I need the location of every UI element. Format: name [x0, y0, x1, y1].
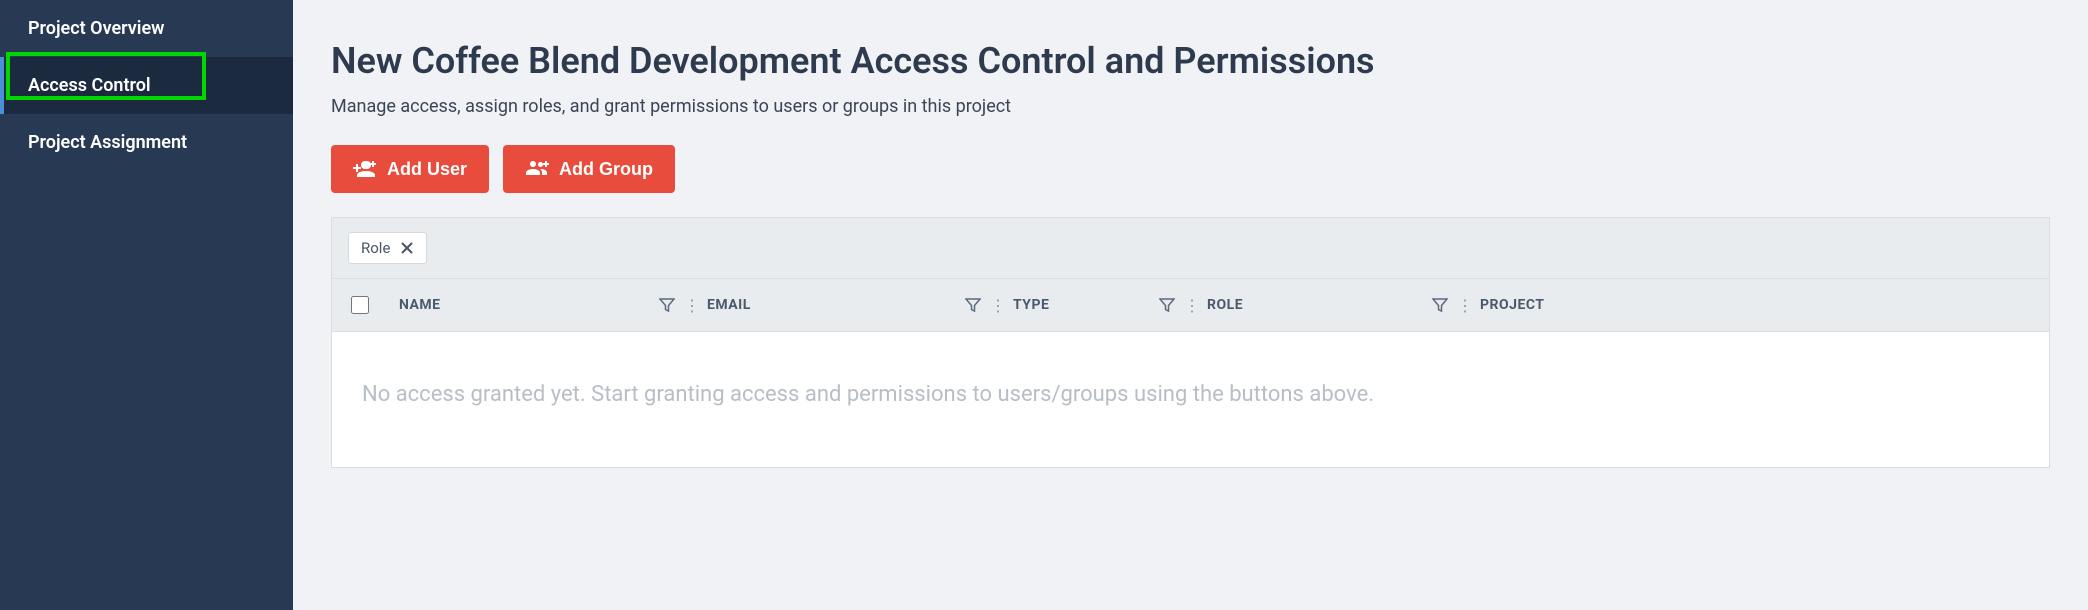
- sidebar-item-project-overview[interactable]: Project Overview: [0, 0, 293, 57]
- empty-state-message: No access granted yet. Start granting ac…: [362, 382, 1374, 407]
- column-header-role[interactable]: ROLE: [1195, 279, 1460, 331]
- filter-icon[interactable]: [1432, 297, 1448, 313]
- filter-chip-label: Role: [361, 239, 390, 257]
- column-resize-handle[interactable]: ⋮: [1460, 296, 1468, 315]
- add-group-label: Add Group: [559, 159, 653, 180]
- column-label: NAME: [399, 297, 441, 313]
- main-content: New Coffee Blend Development Access Cont…: [293, 0, 2088, 610]
- add-group-icon: [525, 157, 549, 181]
- page-title: New Coffee Blend Development Access Cont…: [331, 40, 2050, 82]
- sidebar-item-label: Project Overview: [28, 18, 164, 39]
- page-subtitle: Manage access, assign roles, and grant p…: [331, 96, 2050, 117]
- column-resize-handle[interactable]: ⋮: [1187, 296, 1195, 315]
- add-user-icon: [353, 157, 377, 181]
- table-header: NAME ⋮ EMAIL ⋮ TYPE ⋮ ROLE: [332, 279, 2049, 331]
- sidebar-item-label: Project Assignment: [28, 132, 187, 153]
- add-user-button[interactable]: Add User: [331, 145, 489, 193]
- select-all-cell: [332, 296, 387, 314]
- action-buttons: Add User Add Group: [331, 145, 2050, 193]
- sidebar: Project Overview Access Control Project …: [0, 0, 293, 610]
- add-group-button[interactable]: Add Group: [503, 145, 675, 193]
- add-user-label: Add User: [387, 159, 467, 180]
- select-all-checkbox[interactable]: [351, 296, 369, 314]
- filter-chip-role[interactable]: Role: [348, 232, 427, 264]
- column-label: PROJECT: [1480, 297, 1544, 313]
- filter-icon[interactable]: [965, 297, 981, 313]
- column-header-email[interactable]: EMAIL: [695, 279, 993, 331]
- sidebar-item-label: Access Control: [28, 75, 151, 96]
- column-resize-handle[interactable]: ⋮: [993, 296, 1001, 315]
- filter-icon[interactable]: [1159, 297, 1175, 313]
- column-label: ROLE: [1207, 297, 1243, 313]
- column-header-type[interactable]: TYPE: [1001, 279, 1187, 331]
- column-header-name[interactable]: NAME: [387, 279, 687, 331]
- empty-state: No access granted yet. Start granting ac…: [332, 331, 2049, 467]
- sidebar-item-project-assignment[interactable]: Project Assignment: [0, 114, 293, 171]
- filter-icon[interactable]: [659, 297, 675, 313]
- sidebar-item-access-control[interactable]: Access Control: [0, 57, 293, 114]
- filter-bar: Role: [331, 217, 2050, 279]
- access-table: NAME ⋮ EMAIL ⋮ TYPE ⋮ ROLE: [331, 279, 2050, 468]
- column-label: TYPE: [1013, 297, 1049, 313]
- column-header-project[interactable]: PROJECT: [1468, 279, 1778, 331]
- close-icon[interactable]: [400, 241, 414, 255]
- column-label: EMAIL: [707, 297, 751, 313]
- column-resize-handle[interactable]: ⋮: [687, 296, 695, 315]
